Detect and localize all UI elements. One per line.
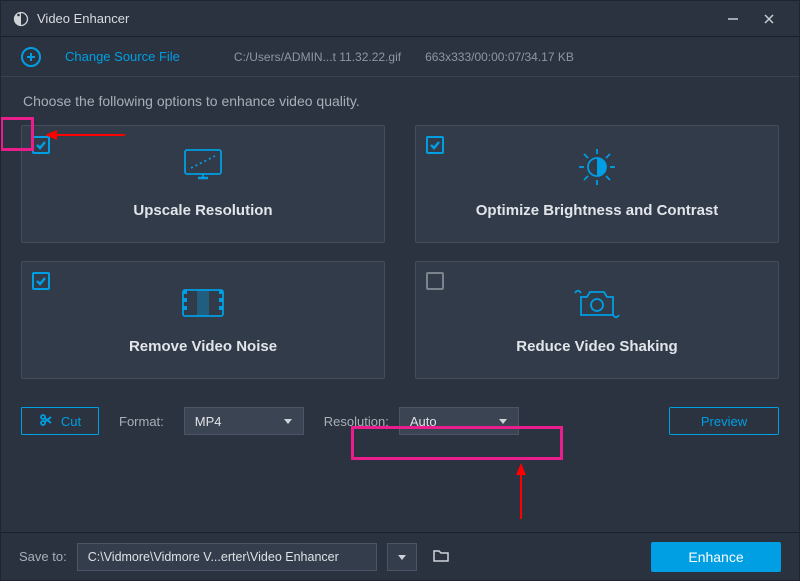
scissors-icon [39, 413, 53, 430]
close-button[interactable] [751, 1, 787, 37]
save-path-dropdown[interactable] [387, 543, 417, 571]
main-area: Choose the following options to enhance … [1, 77, 799, 532]
video-enhancer-window: Video Enhancer Change Source File C:/Use… [0, 0, 800, 581]
checkbox-optimize[interactable] [426, 136, 444, 154]
footer: Save to: C:\Vidmore\Vidmore V...erter\Vi… [1, 532, 799, 580]
resolution-select[interactable]: Auto [399, 407, 519, 435]
card-optimize-brightness[interactable]: Optimize Brightness and Contrast [415, 125, 779, 243]
card-reduce-shaking[interactable]: Reduce Video Shaking [415, 261, 779, 379]
resolution-group: Resolution: Auto [324, 407, 519, 435]
card-remove-noise[interactable]: Remove Video Noise [21, 261, 385, 379]
cut-label: Cut [61, 414, 81, 429]
preview-button[interactable]: Preview [669, 407, 779, 435]
app-logo-icon [13, 11, 29, 27]
preview-label: Preview [701, 414, 747, 429]
folder-icon [432, 546, 450, 567]
checkbox-deshake[interactable] [426, 272, 444, 290]
save-to-label: Save to: [19, 549, 67, 564]
card-label: Optimize Brightness and Contrast [476, 202, 719, 219]
enhance-button[interactable]: Enhance [651, 542, 781, 572]
annotation-arrow-up [515, 463, 527, 522]
minimize-button[interactable] [715, 1, 751, 37]
enhance-label: Enhance [688, 549, 743, 565]
open-folder-button[interactable] [427, 543, 455, 571]
save-path-input[interactable]: C:\Vidmore\Vidmore V...erter\Video Enhan… [77, 543, 377, 571]
change-source-link[interactable]: Change Source File [65, 49, 180, 64]
card-label: Reduce Video Shaking [516, 338, 677, 355]
chevron-down-icon [498, 414, 508, 429]
checkbox-denoise[interactable] [32, 272, 50, 290]
monitor-upscale-icon [180, 146, 226, 191]
brightness-contrast-icon [573, 145, 621, 192]
card-label: Upscale Resolution [133, 202, 272, 219]
enhance-options-grid: Upscale Resolution [21, 125, 779, 379]
titlebar: Video Enhancer [1, 1, 799, 37]
resolution-label: Resolution: [324, 414, 389, 429]
format-value: MP4 [195, 414, 222, 429]
resolution-value: Auto [410, 414, 437, 429]
checkbox-upscale[interactable] [32, 136, 50, 154]
film-noise-icon [177, 284, 229, 325]
source-file-path: C:/Users/ADMIN...t 11.32.22.gif [234, 50, 401, 64]
camera-shake-icon [569, 283, 625, 326]
source-row: Change Source File C:/Users/ADMIN...t 11… [1, 37, 799, 77]
format-select[interactable]: MP4 [184, 407, 304, 435]
card-upscale-resolution[interactable]: Upscale Resolution [21, 125, 385, 243]
app-title: Video Enhancer [37, 11, 129, 26]
save-path-value: C:\Vidmore\Vidmore V...erter\Video Enhan… [88, 550, 339, 564]
cut-button[interactable]: Cut [21, 407, 99, 435]
add-file-icon[interactable] [21, 47, 41, 67]
chevron-down-icon [283, 414, 293, 429]
format-label: Format: [119, 414, 164, 429]
prompt-text: Choose the following options to enhance … [23, 93, 779, 109]
options-row: Cut Format: MP4 Resolution: Auto Preview [21, 407, 779, 435]
card-label: Remove Video Noise [129, 338, 277, 355]
source-file-meta: 663x333/00:00:07/34.17 KB [425, 50, 574, 64]
